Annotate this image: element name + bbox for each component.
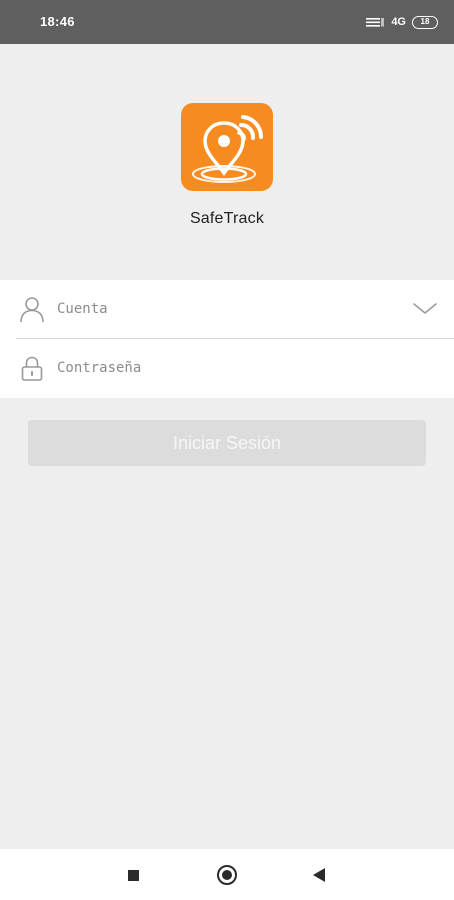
network-type: 4G: [391, 16, 406, 28]
login-button[interactable]: Iniciar Sesión: [28, 420, 426, 466]
app-name: SafeTrack: [189, 210, 265, 227]
user-icon: [20, 297, 44, 323]
location-pin-signal-icon: [192, 115, 264, 183]
app-logo: [181, 103, 273, 191]
lock-icon: [21, 356, 43, 381]
account-row: [0, 280, 454, 339]
password-input[interactable]: [57, 351, 397, 385]
recent-apps-button[interactable]: [119, 861, 147, 889]
triangle-back-icon: [313, 868, 325, 882]
chevron-down-icon[interactable]: [412, 300, 438, 318]
navigation-bar: [0, 849, 454, 900]
home-button[interactable]: [213, 861, 241, 889]
battery-level: 18: [420, 17, 430, 26]
password-row: [0, 339, 454, 398]
battery-icon: 18: [412, 15, 438, 29]
square-icon: [127, 869, 139, 881]
circle-icon: [217, 865, 237, 885]
account-input[interactable]: [57, 292, 397, 326]
status-time: 18:46: [40, 14, 75, 29]
signal-icon: [366, 18, 385, 27]
status-bar: 18:46 4G 18: [0, 0, 454, 44]
back-button[interactable]: [305, 861, 333, 889]
login-form: [0, 280, 454, 398]
status-indicators: 4G 18: [365, 13, 438, 31]
